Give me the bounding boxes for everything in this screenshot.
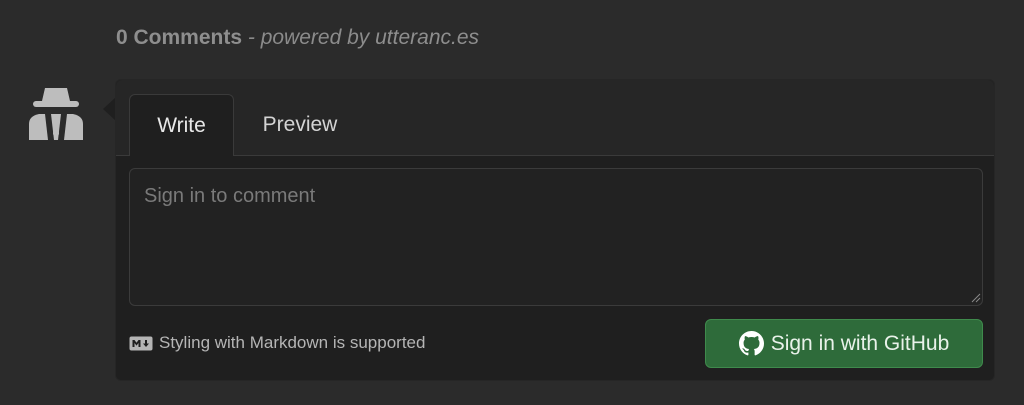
utterances-comments-widget: 0 Comments - powered by utteranc.es Writ… — [0, 0, 1024, 405]
tab-bar: Write Preview — [116, 80, 994, 156]
tab-write[interactable]: Write — [129, 94, 234, 156]
tab-preview[interactable]: Preview — [246, 94, 354, 156]
header-separator: - — [242, 26, 261, 49]
powered-by-text: powered by — [260, 26, 370, 49]
sign-in-github-label: Sign in with GitHub — [770, 331, 950, 355]
comments-header: 0 Comments - powered by utteranc.es — [116, 26, 479, 50]
comment-form: Write Preview Styling with Markdown is s… — [115, 79, 995, 381]
markdown-note: Styling with Markdown is supported — [129, 333, 425, 353]
utterances-link[interactable]: utteranc.es — [375, 26, 479, 49]
powered-by: - powered by utteranc.es — [242, 26, 479, 49]
sign-in-github-button[interactable]: Sign in with GitHub — [705, 319, 983, 368]
comment-count: 0 Comments — [116, 26, 243, 49]
github-icon — [738, 331, 764, 356]
incognito-user-icon — [25, 84, 87, 142]
comment-textarea[interactable] — [129, 168, 983, 306]
resize-handle-icon[interactable] — [971, 293, 981, 303]
markdown-icon — [129, 336, 153, 350]
markdown-note-text: Styling with Markdown is supported — [159, 333, 426, 352]
